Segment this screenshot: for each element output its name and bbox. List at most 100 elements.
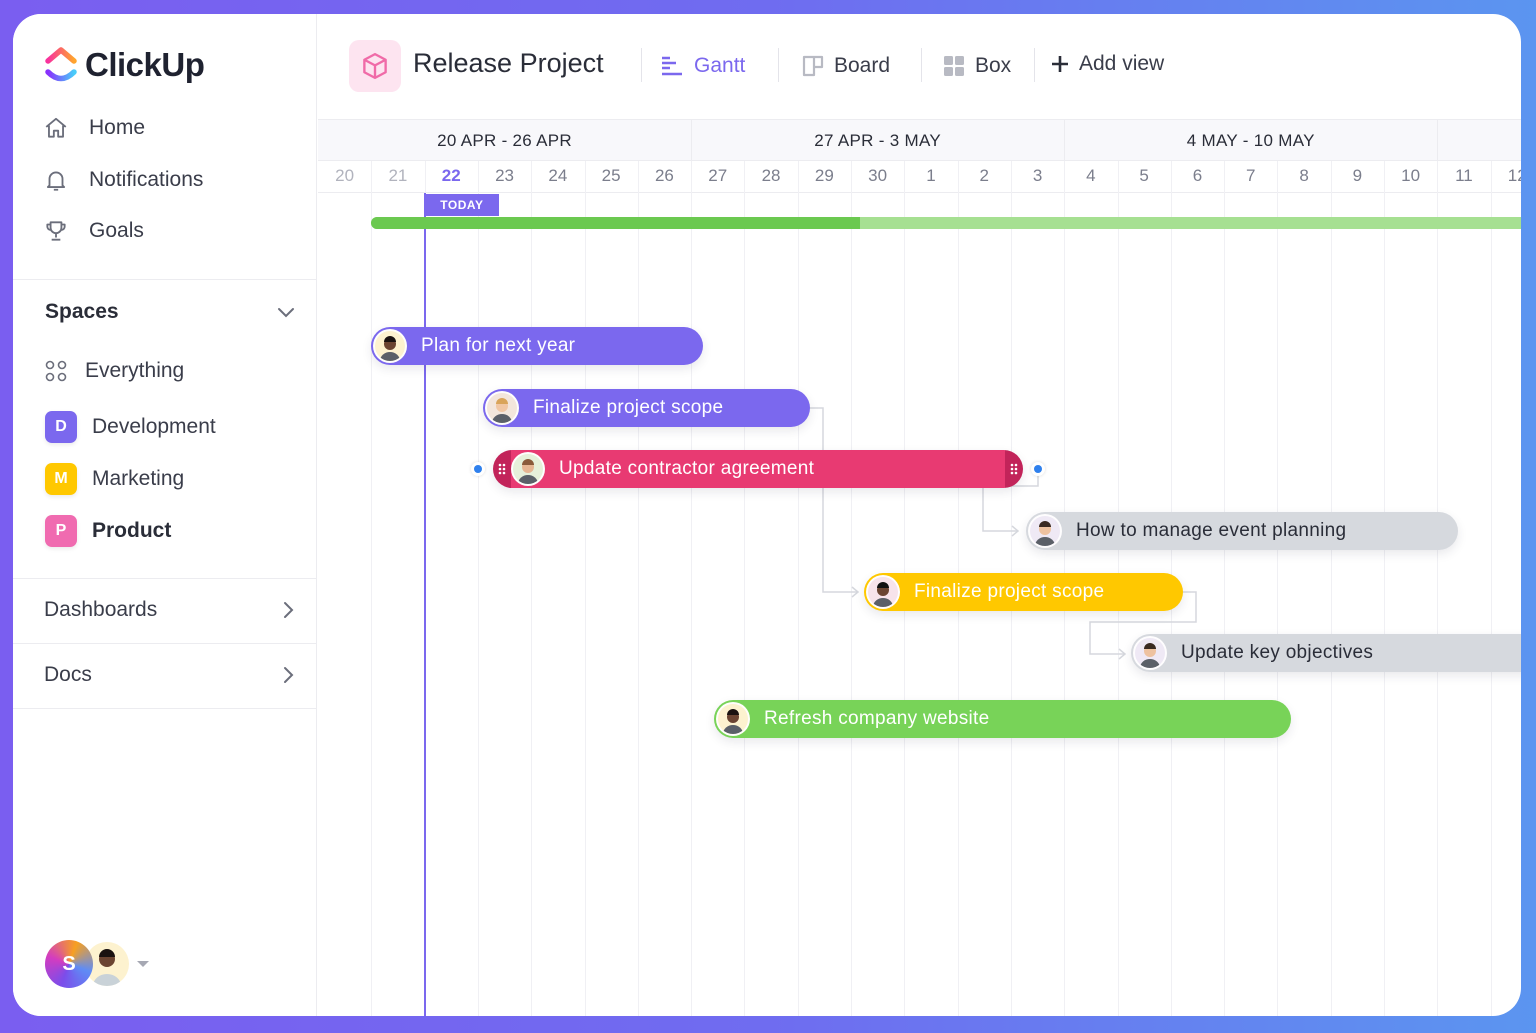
today-marker: TODAY [424, 194, 500, 216]
everything-icon [45, 360, 67, 382]
assignee-avatar [1028, 514, 1062, 548]
grid-line [531, 161, 533, 1016]
day-label: 8 [1299, 166, 1309, 185]
space-marketing-label: Marketing [92, 467, 185, 490]
space-everything-label: Everything [85, 359, 185, 382]
nav-dashboards-label: Dashboards [44, 598, 158, 621]
grid-line [797, 161, 799, 1016]
grid-line [637, 161, 639, 1016]
space-badge-development: D [45, 411, 77, 443]
day-label: 30 [868, 166, 888, 185]
space-development-label: Development [92, 415, 216, 438]
week-separator [1064, 120, 1066, 161]
view-separator [921, 48, 922, 82]
dependency-arrow-icon [851, 586, 860, 598]
task-bar[interactable]: Refresh company website [714, 700, 1291, 738]
day-label: 23 [495, 166, 515, 185]
spaces-title: Spaces [45, 300, 119, 323]
day-label: 7 [1246, 166, 1256, 185]
home-icon [45, 117, 67, 138]
nav-docs[interactable]: Docs [44, 658, 294, 692]
task-name: Finalize project scope [914, 581, 1105, 602]
day-label: 27 [708, 166, 728, 185]
day-label: 21 [388, 166, 408, 185]
day-label-today: 22 [441, 166, 461, 185]
task-name: Update key objectives [1181, 642, 1374, 663]
chevron-right-icon [284, 602, 294, 618]
grid-line [477, 161, 479, 1016]
spaces-header[interactable]: Spaces [45, 297, 295, 327]
task-bar[interactable]: Finalize project scope [864, 573, 1183, 611]
clickup-logo[interactable]: ClickUp [45, 46, 205, 84]
nav-docs-label: Docs [44, 663, 92, 686]
nav-home[interactable]: Home [43, 111, 145, 145]
task-bar[interactable]: Plan for next year [371, 327, 703, 365]
nav-home-label: Home [89, 116, 146, 139]
space-product-label: Product [92, 519, 172, 542]
caret-down-icon [137, 961, 149, 967]
week-separator [691, 120, 693, 161]
day-label: 1 [926, 166, 936, 185]
drag-handle-left-icon[interactable] [493, 450, 511, 488]
grid-line [1277, 161, 1279, 1016]
dependency-handle-end[interactable] [1031, 462, 1045, 476]
task-bar[interactable]: How to manage event planning [1026, 512, 1458, 550]
grid-line [584, 161, 586, 1016]
grid-line [851, 161, 852, 1016]
trophy-icon [46, 221, 66, 241]
tab-box[interactable]: Box [943, 50, 1011, 82]
nav-dashboards[interactable]: Dashboards [44, 593, 294, 627]
dependency-arrow-icon [1011, 525, 1020, 537]
space-everything[interactable]: Everything [45, 354, 184, 388]
add-view-label: Add view [1079, 52, 1165, 75]
view-separator [1034, 48, 1035, 82]
week-label: 4 MAY - 10 MAY [1186, 131, 1315, 150]
task-name: Finalize project scope [533, 397, 724, 418]
task-name: Plan for next year [421, 335, 576, 356]
cube-icon [363, 52, 387, 80]
day-header: 2021222324252627282930123456789101112 [318, 161, 1521, 193]
view-separator [641, 48, 642, 82]
view-separator [778, 48, 779, 82]
space-product[interactable]: P Product [45, 514, 171, 548]
dependency-handle-start[interactable] [471, 462, 485, 476]
task-bar[interactable]: Finalize project scope [483, 389, 810, 427]
day-label: 5 [1139, 166, 1149, 185]
day-label: 2 [979, 166, 989, 185]
assignee-avatar [485, 391, 519, 425]
project-title: Release Project [413, 48, 604, 78]
nav-goals[interactable]: Goals [43, 214, 144, 248]
bell-icon [46, 171, 66, 191]
dependency-connectors [810, 407, 1197, 660]
space-marketing[interactable]: M Marketing [45, 462, 184, 496]
tab-gantt[interactable]: Gantt [660, 50, 745, 82]
week-header: 20 APR - 26 APR 27 APR - 3 MAY 4 MAY - 10 … [318, 120, 1521, 161]
add-view-button[interactable]: Add view [1051, 48, 1164, 80]
space-development[interactable]: D Development [45, 410, 216, 444]
nav-notifications-label: Notifications [89, 168, 204, 191]
tab-board[interactable]: Board [802, 50, 890, 82]
nav-goals-label: Goals [89, 219, 144, 242]
grid-line [1224, 161, 1226, 1016]
day-label: 11 [1455, 166, 1473, 185]
space-badge-product: P [45, 515, 77, 547]
week-separator [1437, 120, 1439, 161]
assignee-avatar [1133, 636, 1167, 670]
task-bar[interactable]: Update key objectives [1131, 634, 1521, 672]
assignee-avatar [511, 452, 545, 486]
today-line [423, 193, 426, 1016]
drag-handle-right-icon[interactable] [1005, 450, 1023, 488]
user-avatar: S [45, 940, 93, 988]
week-label: 20 APR - 26 APR [437, 131, 572, 150]
sidebar-divider [13, 578, 317, 579]
chevron-right-icon [284, 667, 294, 683]
grid-line [1384, 161, 1385, 1016]
task-name: How to manage event planning [1076, 520, 1347, 541]
task-bar[interactable]: Update contractor agreement [493, 450, 1023, 488]
day-label: 20 [335, 166, 355, 185]
user-menu[interactable]: S [45, 940, 149, 988]
day-label: 9 [1352, 166, 1363, 185]
project-progress-fill [371, 217, 860, 229]
nav-notifications[interactable]: Notifications [43, 163, 203, 197]
chevron-down-icon[interactable] [277, 306, 295, 318]
